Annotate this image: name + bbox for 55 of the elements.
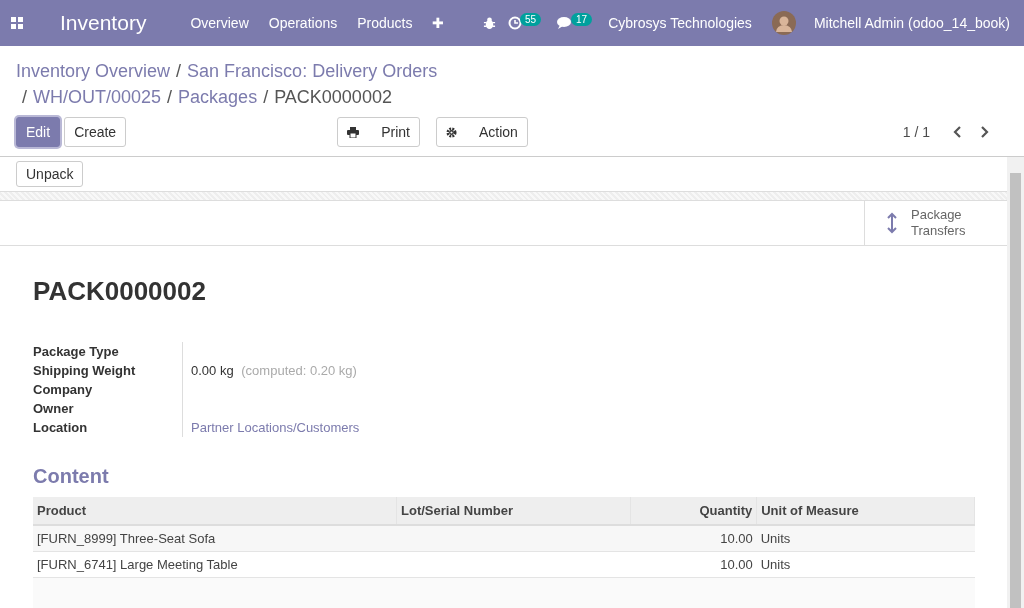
field-value[interactable]: Partner Locations/Customers [191,420,360,435]
app-title[interactable]: Inventory [60,11,147,35]
breadcrumb-item[interactable]: San Francisco: Delivery Orders [187,58,438,84]
create-button[interactable]: Create [64,117,127,147]
apps-grid-icon[interactable] [11,17,23,29]
record-title: PACK0000002 [33,276,207,307]
column-header[interactable]: Unit of Measure [756,497,975,525]
bug-icon[interactable] [482,16,496,30]
breadcrumb-item[interactable]: Inventory Overview [16,58,171,84]
breadcrumb-separator: / [22,86,27,109]
user-menu[interactable]: Mitchell Admin (odoo_14_book) [813,15,1010,31]
print-button[interactable]: Print [337,117,420,147]
breadcrumb-separator: / [263,86,269,109]
breadcrumb-item[interactable]: Packages [178,84,258,110]
field-label: Location [33,418,183,437]
activity-count-badge: 55 [519,12,542,26]
scrollbar[interactable] [1007,157,1024,608]
field-label: Owner [33,399,183,418]
breadcrumb-separator: / [167,86,173,109]
field-value: 0.00 kg [191,363,234,378]
table-cell: Units [756,551,975,578]
chat-icon[interactable] [557,16,574,30]
field-label: Shipping Weight [33,361,183,380]
previous-icon[interactable] [952,126,962,138]
message-count-badge: 17 [571,12,593,26]
user-avatar[interactable] [771,11,796,35]
menu-item[interactable]: Operations [268,15,338,31]
unpack-button[interactable]: Unpack [16,161,84,187]
field-label: Company [33,380,183,399]
computed-hint: (computed: 0.20 kg) [241,363,357,378]
next-icon[interactable] [980,126,990,138]
table-cell: 10.00 [630,525,757,552]
edit-button[interactable]: Edit [16,117,61,147]
company-switcher[interactable]: Cybrosys Technologies [608,15,752,31]
gear-icon [445,126,457,138]
table-cell: Units [756,525,975,552]
table-cell: 10.00 [630,551,757,578]
clock-icon[interactable] [507,16,522,30]
menu-item[interactable]: Products [357,15,413,31]
table-cell: [FURN_6741] Large Meeting Table [33,551,397,578]
printer-icon [347,126,360,138]
plus-icon[interactable]: ✚ [432,15,445,31]
column-header[interactable]: Lot/Serial Number [396,497,631,525]
action-button[interactable]: Action [435,117,528,147]
breadcrumb-item: PACK0000002 [274,86,392,109]
field-label: Package Type [33,342,183,361]
vertical-arrows-icon [887,212,897,234]
column-header[interactable]: Quantity [630,497,757,525]
menu-item[interactable]: Overview [190,15,249,31]
table-cell: [FURN_8999] Three-Seat Sofa [33,525,397,552]
breadcrumb-separator: / [176,60,182,83]
breadcrumb-item[interactable]: WH/OUT/00025 [33,84,162,110]
column-header[interactable]: Product [33,497,397,525]
section-heading: Content [33,465,110,488]
pager-counter: 1 / 1 [902,124,930,140]
